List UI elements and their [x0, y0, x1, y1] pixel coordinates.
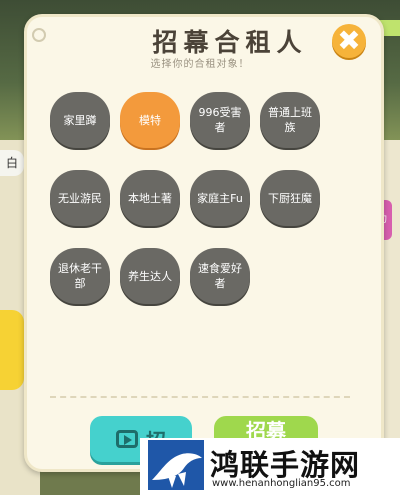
roommate-option-10[interactable]: 速食爱好者 — [190, 248, 250, 304]
roommate-option-7[interactable]: 下厨狂魔 — [260, 170, 320, 226]
recruit-dialog: 招幕合租人 — [24, 14, 384, 472]
roommate-option-0[interactable]: 家里蹲 — [50, 92, 110, 148]
roommate-option-3[interactable]: 普通上班族 — [260, 92, 320, 148]
left-yellow-card — [0, 310, 24, 390]
watermark-url: www.henanhonglian95.com — [212, 478, 351, 489]
roommate-option-9[interactable]: 养生达人 — [120, 248, 180, 304]
roommate-option-1[interactable]: 模特 — [120, 92, 180, 148]
roommate-option-8[interactable]: 退休老干部 — [50, 248, 110, 304]
roommate-option-6[interactable]: 家庭主Fu — [190, 170, 250, 226]
dialog-title: 招幕合租人 — [152, 28, 308, 57]
close-button[interactable]: ✖ — [332, 24, 366, 58]
roommate-option-5[interactable]: 本地土著 — [120, 170, 180, 226]
roommate-option-2[interactable]: 996受害者 — [190, 92, 250, 148]
video-icon — [116, 430, 138, 448]
left-side-tab[interactable]: 白 — [0, 150, 24, 176]
site-watermark: 鸿联手游网 www.henanhonglian95.com — [140, 438, 400, 495]
bird-logo-icon — [148, 440, 204, 490]
divider-line — [50, 396, 350, 398]
title-tab: 招幕合租人 — [127, 17, 333, 57]
roommate-option-4[interactable]: 无业游民 — [50, 170, 110, 226]
corner-dot-icon — [32, 28, 46, 42]
dialog-subtitle: 选择你的合租对象！ — [150, 59, 250, 70]
